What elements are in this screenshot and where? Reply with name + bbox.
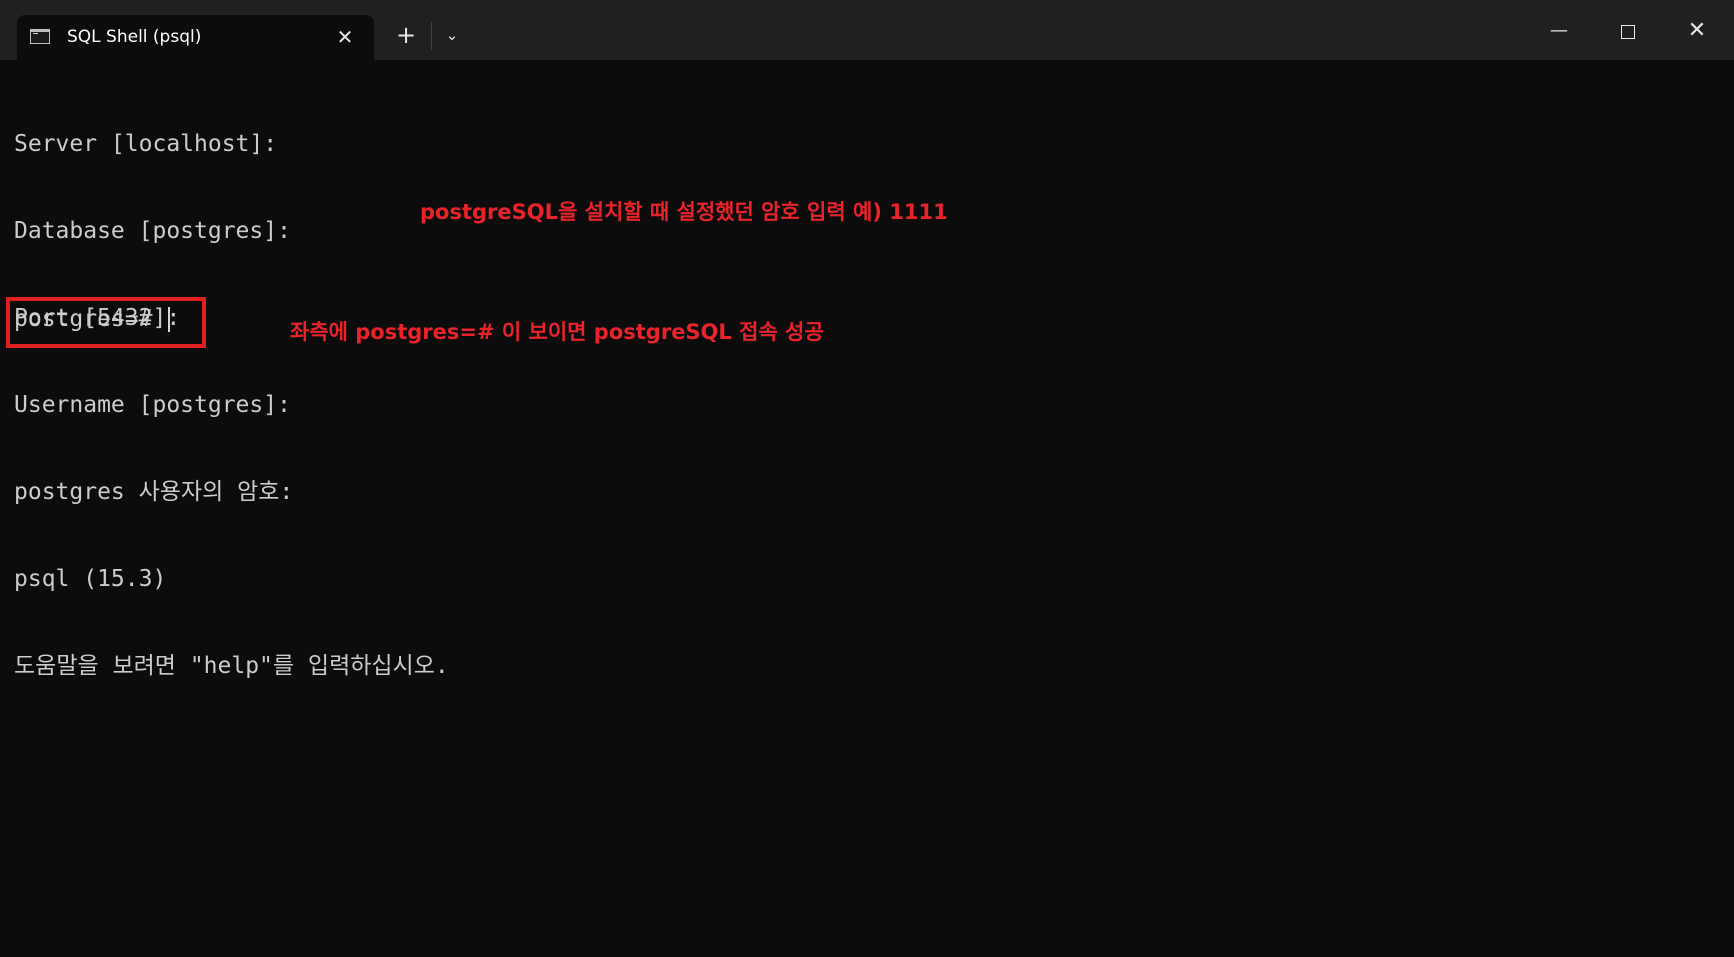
terminal-line-password: postgres 사용자의 암호: — [14, 479, 294, 505]
terminal-icon — [30, 29, 50, 44]
new-tab-button[interactable]: + — [388, 17, 424, 53]
terminal-line-version: psql (15.3) — [14, 566, 167, 592]
titlebar-divider — [431, 22, 432, 50]
scrollbar[interactable] — [1724, 60, 1734, 957]
terminal-line-database: Database [postgres]: — [14, 218, 291, 244]
password-annotation: postgreSQL을 설치할 때 설정했던 암호 입력 예) 1111 — [420, 200, 948, 224]
terminal-line-username: Username [postgres]: — [14, 392, 291, 418]
terminal-window: SQL Shell (psql) ✕ + ⌄ — ✕ Server [local… — [0, 0, 1734, 957]
tab-close-icon[interactable]: ✕ — [332, 24, 358, 50]
success-annotation: 좌측에 postgres=# 이 보이면 postgreSQL 접속 성공 — [290, 320, 824, 344]
terminal-line-server: Server [localhost]: — [14, 131, 278, 157]
chevron-down-icon[interactable]: ⌄ — [434, 17, 470, 53]
tab-sql-shell[interactable]: SQL Shell (psql) ✕ — [17, 15, 374, 60]
prompt-highlight-box — [6, 297, 206, 348]
close-window-button[interactable]: ✕ — [1667, 10, 1727, 52]
tab-title: SQL Shell (psql) — [67, 27, 202, 47]
maximize-icon — [1621, 24, 1635, 39]
maximize-button[interactable] — [1598, 10, 1658, 52]
terminal-output[interactable]: Server [localhost]: Database [postgres]:… — [14, 72, 449, 739]
terminal-line-help: 도움말을 보려면 "help"를 입력하십시오. — [14, 653, 449, 679]
minimize-button[interactable]: — — [1529, 10, 1589, 52]
title-bar[interactable]: SQL Shell (psql) ✕ + ⌄ — ✕ — [0, 0, 1734, 60]
